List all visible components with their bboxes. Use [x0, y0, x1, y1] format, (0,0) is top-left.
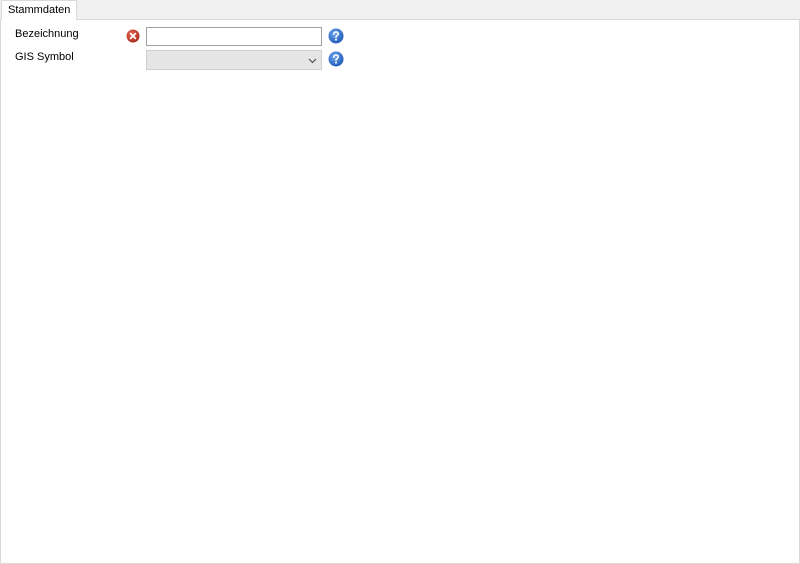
gis-symbol-dropdown[interactable]	[146, 50, 322, 70]
question-circle-icon[interactable]	[328, 28, 344, 44]
question-circle-icon[interactable]	[328, 51, 344, 67]
bezeichnung-label: Bezeichnung	[15, 28, 79, 40]
gis-symbol-label: GIS Symbol	[15, 51, 74, 63]
tab-stammdaten[interactable]: Stammdaten	[1, 0, 78, 20]
editor-window: Stammdaten Bezeichnung GIS Symbol	[0, 0, 800, 564]
error-icon	[126, 29, 140, 43]
tab-strip: Stammdaten	[0, 0, 800, 20]
chevron-down-icon[interactable]	[308, 56, 317, 65]
bezeichnung-input[interactable]	[146, 27, 322, 46]
stammdaten-panel	[0, 19, 800, 564]
